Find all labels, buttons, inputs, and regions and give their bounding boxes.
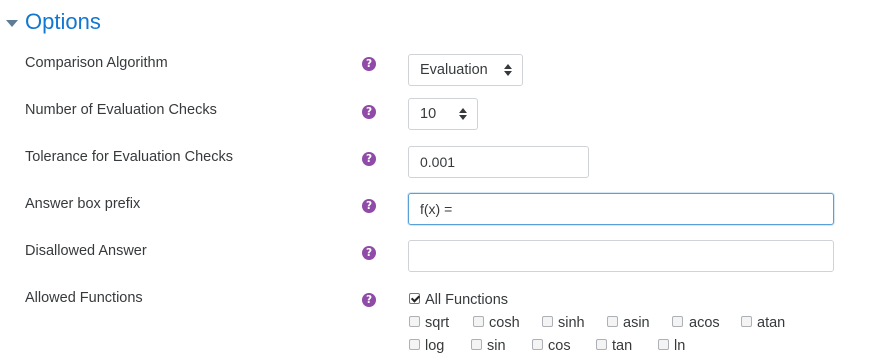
comparison-algorithm-value: Evaluation [420, 62, 488, 78]
section-title: Options [25, 9, 101, 34]
help-icon[interactable]: ? [362, 199, 376, 213]
evaluation-checks-label: Number of Evaluation Checks [25, 102, 217, 118]
function-label-sin: sin [487, 338, 506, 354]
function-label-ln: ln [674, 338, 686, 354]
tolerance-value: 0.001 [420, 154, 456, 170]
function-checkbox-sinh[interactable] [542, 316, 553, 327]
options-section-header[interactable]: Options [6, 8, 101, 36]
help-icon[interactable]: ? [362, 57, 376, 71]
evaluation-checks-select[interactable]: 10 [408, 98, 478, 130]
function-label-tan: tan [612, 338, 633, 354]
disallowed-answer-label: Disallowed Answer [25, 243, 147, 259]
function-label-sinh: sinh [558, 315, 585, 331]
function-label-asin: asin [623, 315, 650, 331]
tolerance-input[interactable]: 0.001 [408, 146, 589, 178]
function-checkbox-cos[interactable] [532, 339, 543, 350]
function-label-atan: atan [757, 315, 786, 331]
allowed-functions-label: Allowed Functions [25, 290, 143, 306]
function-checkbox-tan[interactable] [596, 339, 607, 350]
function-checkbox-ln[interactable] [658, 339, 669, 350]
comparison-algorithm-row: Comparison Algorithm ? Evaluation [0, 54, 871, 88]
all-functions-label: All Functions [425, 292, 509, 308]
help-icon[interactable]: ? [362, 105, 376, 119]
select-caret-icon [504, 64, 512, 76]
function-label-acos: acos [689, 315, 720, 331]
disallowed-answer-input[interactable] [408, 240, 834, 272]
function-checkbox-asin[interactable] [607, 316, 618, 327]
all-functions-checkbox[interactable] [409, 293, 420, 304]
function-checkbox-atan[interactable] [741, 316, 752, 327]
function-label-cosh: cosh [489, 315, 520, 331]
disallowed-answer-row: Disallowed Answer ? [0, 240, 871, 276]
answer-prefix-row: Answer box prefix ? f(x) = [0, 193, 871, 229]
help-icon[interactable]: ? [362, 152, 376, 166]
function-checkbox-log[interactable] [409, 339, 420, 350]
comparison-algorithm-select[interactable]: Evaluation [408, 54, 523, 86]
collapse-triangle-icon[interactable] [6, 19, 18, 27]
tolerance-label: Tolerance for Evaluation Checks [25, 149, 233, 165]
evaluation-checks-row: Number of Evaluation Checks ? 10 [0, 98, 871, 135]
answer-prefix-label: Answer box prefix [25, 196, 141, 212]
evaluation-checks-value: 10 [420, 106, 437, 122]
select-caret-icon [459, 108, 467, 120]
tolerance-row: Tolerance for Evaluation Checks ? 0.001 [0, 146, 871, 182]
comparison-algorithm-label: Comparison Algorithm [25, 55, 168, 71]
function-checkbox-acos[interactable] [672, 316, 683, 327]
allowed-functions-row: Allowed Functions ? All Functions sqrt c… [0, 289, 871, 360]
function-label-log: log [425, 338, 445, 354]
answer-prefix-input[interactable]: f(x) = [408, 193, 834, 225]
function-label-sqrt: sqrt [425, 315, 450, 331]
answer-prefix-value: f(x) = [420, 201, 453, 217]
function-checkbox-sqrt[interactable] [409, 316, 420, 327]
help-icon[interactable]: ? [362, 246, 376, 260]
function-checkbox-sin[interactable] [471, 339, 482, 350]
function-label-cos: cos [548, 338, 571, 354]
function-checkbox-cosh[interactable] [473, 316, 484, 327]
help-icon[interactable]: ? [362, 293, 376, 307]
